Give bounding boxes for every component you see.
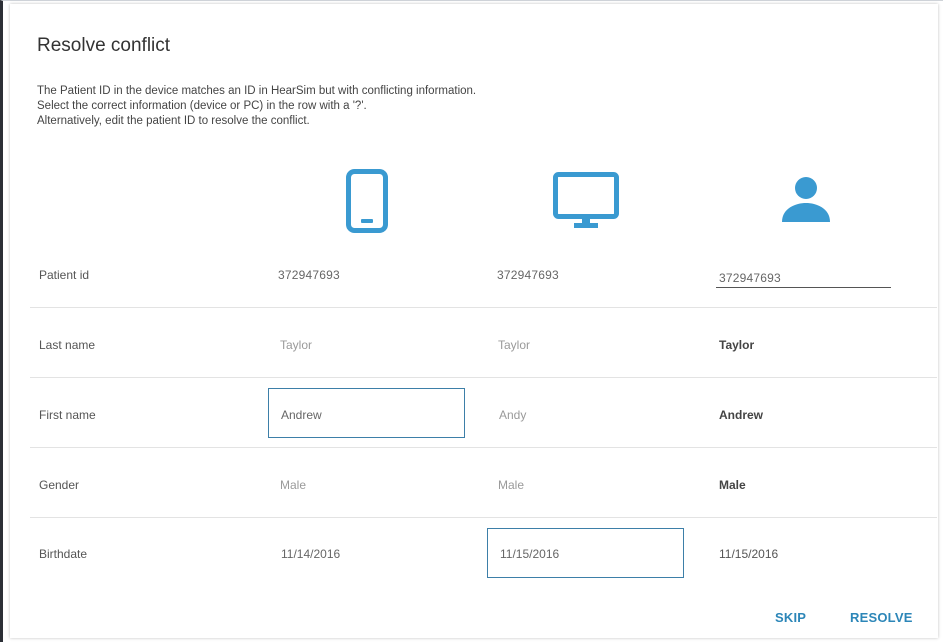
pc-first-name[interactable]: Andy [499,408,526,422]
row-divider [30,517,937,518]
resolve-button[interactable]: RESOLVE [850,610,913,625]
device-gender[interactable]: Male [280,478,306,492]
monitor-icon [553,172,619,232]
patient-id-input-underline [716,287,891,288]
resolve-conflict-dialog: Resolve conflict The Patient ID in the d… [10,4,938,638]
device-last-name[interactable]: Taylor [280,338,312,352]
dialog-description: The Patient ID in the device matches an … [37,84,737,129]
pc-birthdate[interactable]: 11/15/2016 [500,547,559,561]
pc-gender[interactable]: Male [498,478,524,492]
birthdate-label: Birthdate [39,547,88,561]
resolved-first-name: Andrew [719,408,764,422]
row-divider [30,307,937,308]
device-patient-id[interactable]: 372947693 [278,268,340,282]
resolved-birthdate: 11/15/2016 [719,547,779,561]
first-name-label: First name [39,408,96,422]
dialog-title: Resolve conflict [37,35,171,56]
description-line: The Patient ID in the device matches an … [37,85,477,97]
row-divider [30,447,937,448]
patient-id-input[interactable]: 372947693 [719,271,781,285]
row-divider [30,377,937,378]
skip-button[interactable]: SKIP [775,610,806,625]
device-first-name[interactable]: Andrew [281,408,322,422]
person-icon [780,176,832,224]
last-name-label: Last name [39,338,96,352]
patient-id-label: Patient id [39,268,90,282]
pc-patient-id[interactable]: 372947693 [497,268,559,282]
resolved-gender: Male [719,478,746,492]
gender-label: Gender [39,478,80,492]
pc-last-name[interactable]: Taylor [498,338,530,352]
device-birthdate[interactable]: 11/14/2016 [281,547,340,561]
phone-icon [346,169,388,233]
description-line: Alternatively, edit the patient ID to re… [37,115,310,127]
description-line: Select the correct information (device o… [37,100,367,112]
resolved-last-name: Taylor [719,338,755,352]
